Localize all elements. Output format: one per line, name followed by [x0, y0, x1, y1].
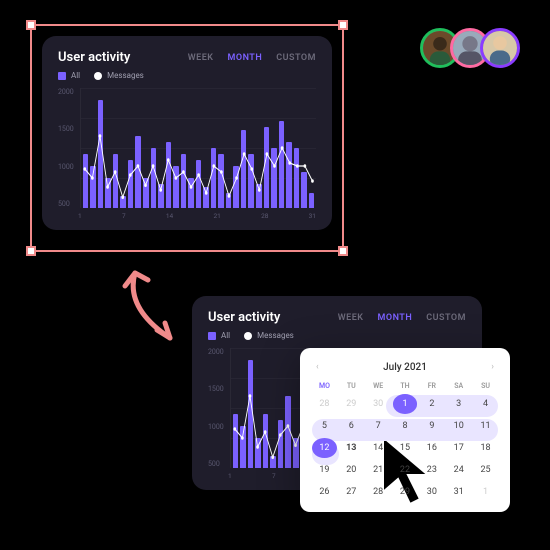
calendar-day[interactable]: 19 [312, 460, 337, 480]
tab-custom[interactable]: CUSTOM [276, 53, 316, 63]
calendar-weekday-row: MOTUWETHFRSASU [312, 382, 498, 390]
x-axis: 1 7 14 21 28 31 [58, 208, 316, 220]
resize-handle-icon[interactable] [338, 246, 348, 256]
y-axis: 2000 1500 1000 500 [208, 348, 230, 468]
calendar-day[interactable]: 22 [393, 460, 418, 480]
calendar-day[interactable]: 14 [366, 438, 391, 458]
calendar-weekday: FR [419, 382, 444, 390]
resize-handle-icon[interactable] [26, 246, 36, 256]
calendar-day[interactable]: 26 [312, 482, 337, 502]
calendar-header: ‹ July 2021 › [312, 360, 498, 374]
calendar-day[interactable]: 7 [366, 416, 391, 436]
calendar-day[interactable]: 4 [473, 394, 498, 414]
tab-week[interactable]: WEEK [188, 53, 214, 63]
calendar-day[interactable]: 10 [446, 416, 471, 436]
calendar-weekday: TH [393, 382, 418, 390]
legend: All Messages [208, 331, 466, 340]
calendar-day[interactable]: 21 [366, 460, 391, 480]
chart: 2000 1500 1000 500 [58, 88, 316, 208]
avatar[interactable] [480, 28, 520, 68]
calendar-weekday: WE [366, 382, 391, 390]
calendar-weekday: MO [312, 382, 337, 390]
next-month-button[interactable]: › [487, 360, 498, 374]
calendar-day[interactable]: 25 [473, 460, 498, 480]
prev-month-button[interactable]: ‹ [312, 360, 323, 374]
activity-card-top: User activity WEEK MONTH CUSTOM All Mess… [42, 36, 332, 230]
calendar-day[interactable]: 17 [446, 438, 471, 458]
calendar-day[interactable]: 15 [393, 438, 418, 458]
calendar-weekday: SA [446, 382, 471, 390]
calendar-day[interactable]: 8 [393, 416, 418, 436]
legend: All Messages [58, 71, 316, 80]
calendar-day[interactable]: 6 [339, 416, 364, 436]
calendar-day[interactable]: 1 [473, 482, 498, 502]
calendar-day[interactable]: 3 [446, 394, 471, 414]
legend-all: All [208, 331, 230, 340]
calendar-day[interactable]: 30 [366, 394, 391, 414]
calendar-day[interactable]: 28 [312, 394, 337, 414]
tab-month[interactable]: MONTH [227, 53, 262, 63]
calendar-day[interactable]: 31 [446, 482, 471, 502]
calendar-day[interactable]: 13 [339, 438, 364, 458]
calendar-day[interactable]: 20 [339, 460, 364, 480]
card-title: User activity [58, 50, 130, 65]
tab-custom[interactable]: CUSTOM [426, 313, 466, 323]
resize-handle-icon[interactable] [338, 20, 348, 30]
legend-all: All [58, 71, 80, 80]
tabs: WEEK MONTH CUSTOM [338, 313, 466, 323]
plot [80, 88, 316, 208]
calendar-grid: 2829301234567891011121314151617181920212… [312, 394, 498, 502]
calendar-day[interactable]: 28 [366, 482, 391, 502]
collaborator-avatars [430, 28, 520, 68]
y-axis: 2000 1500 1000 500 [58, 88, 80, 208]
resize-handle-icon[interactable] [26, 20, 36, 30]
legend-messages: Messages [244, 331, 294, 340]
calendar-day[interactable]: 11 [473, 416, 498, 436]
calendar-weekday: SU [473, 382, 498, 390]
calendar-day[interactable]: 24 [446, 460, 471, 480]
card-header: User activity WEEK MONTH CUSTOM [58, 50, 316, 65]
calendar-day[interactable]: 18 [473, 438, 498, 458]
calendar-day[interactable]: 1 [393, 394, 418, 414]
calendar-day[interactable]: 29 [393, 482, 418, 502]
calendar-day[interactable]: 12 [312, 438, 337, 458]
card-title: User activity [208, 310, 280, 325]
swap-arrow-icon [115, 258, 205, 358]
tab-month[interactable]: MONTH [377, 313, 412, 323]
tabs: WEEK MONTH CUSTOM [188, 53, 316, 63]
tab-week[interactable]: WEEK [338, 313, 364, 323]
calendar-day[interactable]: 29 [339, 394, 364, 414]
date-range-calendar: ‹ July 2021 › MOTUWETHFRSASU 28293012345… [300, 348, 510, 512]
calendar-day[interactable]: 27 [339, 482, 364, 502]
card-header: User activity WEEK MONTH CUSTOM [208, 310, 466, 325]
calendar-weekday: TU [339, 382, 364, 390]
legend-messages: Messages [94, 71, 144, 80]
calendar-day[interactable]: 5 [312, 416, 337, 436]
calendar-month-label: July 2021 [383, 362, 427, 373]
